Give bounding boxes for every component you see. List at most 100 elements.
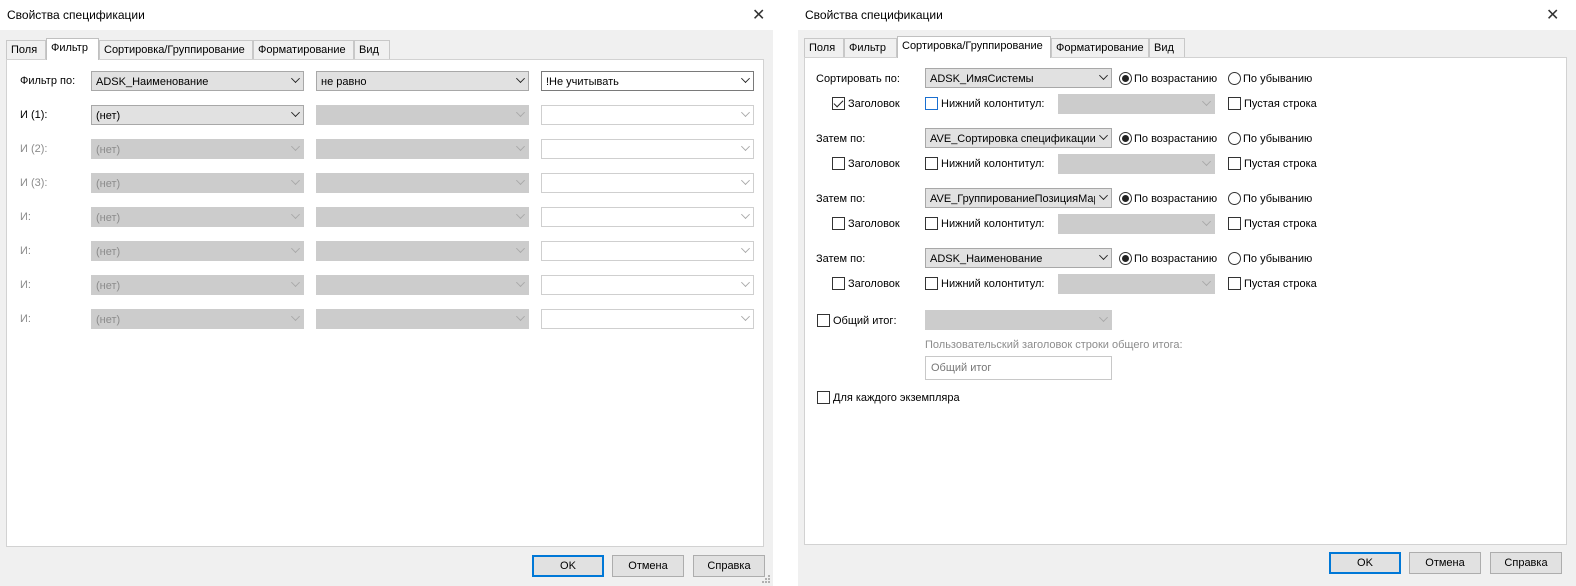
filter-field-select[interactable]: (нет) xyxy=(91,207,304,227)
dialog-title: Свойства спецификации xyxy=(7,8,145,22)
chevron-down-icon xyxy=(291,108,300,117)
grand-total-select[interactable] xyxy=(925,310,1112,330)
filter-condition-select[interactable] xyxy=(316,139,529,159)
tab-formatting[interactable]: Форматирование xyxy=(1051,38,1149,57)
sort-field-select[interactable]: ADSK_ИмяСистемы xyxy=(925,68,1112,88)
header-label: Заголовок xyxy=(848,278,900,290)
filter-condition-select[interactable] xyxy=(316,173,529,193)
filter-value-select[interactable] xyxy=(541,105,754,125)
filter-field-select[interactable]: (нет) xyxy=(91,173,304,193)
cancel-button[interactable]: Отмена xyxy=(1409,552,1481,574)
blank-line-label: Пустая строка xyxy=(1244,218,1317,230)
chevron-down-icon xyxy=(741,176,750,185)
chevron-down-icon xyxy=(291,176,300,185)
filter-condition-select[interactable] xyxy=(316,105,529,125)
footer-checkbox[interactable] xyxy=(925,277,938,290)
filter-condition-select[interactable] xyxy=(316,275,529,295)
chevron-down-icon xyxy=(1099,313,1108,322)
ascending-label: По возрастанию xyxy=(1134,133,1218,145)
footer-checkbox[interactable] xyxy=(925,217,938,230)
header-checkbox[interactable] xyxy=(832,277,845,290)
filter-field-select[interactable]: (нет) xyxy=(91,139,304,159)
close-icon[interactable]: ✕ xyxy=(752,5,765,25)
sort-field-select[interactable]: AVE_ГруппированиеПозицияМар xyxy=(925,188,1112,208)
tab-fields[interactable]: Поля xyxy=(6,40,46,59)
header-checkbox[interactable] xyxy=(832,157,845,170)
each-instance-checkbox[interactable] xyxy=(817,391,830,404)
grand-total-caption-label: Пользовательский заголовок строки общего… xyxy=(925,339,1183,351)
filter-value-select[interactable] xyxy=(541,275,754,295)
help-button[interactable]: Справка xyxy=(693,555,765,577)
tab-filter[interactable]: Фильтр xyxy=(844,38,897,57)
help-button[interactable]: Справка xyxy=(1490,552,1562,574)
filter-value-select[interactable]: !Не учитывать xyxy=(541,71,754,91)
footer-select[interactable] xyxy=(1058,274,1215,294)
filter-field-select[interactable]: (нет) xyxy=(91,275,304,295)
tab-filter[interactable]: Фильтр xyxy=(46,38,99,60)
filter-panel: Фильтр по: ADSK_Наименование не равно !Не у… xyxy=(6,59,764,547)
footer-select[interactable] xyxy=(1058,154,1215,174)
grand-total-caption-input[interactable]: Общий итог xyxy=(925,356,1112,380)
filter-value-select[interactable] xyxy=(541,139,754,159)
filter-field-value: (нет) xyxy=(96,144,121,156)
blank-line-checkbox[interactable] xyxy=(1228,97,1241,110)
ascending-radio[interactable] xyxy=(1119,132,1132,145)
chevron-down-icon xyxy=(1099,251,1108,260)
filter-condition-select[interactable] xyxy=(316,241,529,261)
filter-field-select[interactable]: ADSK_Наименование xyxy=(91,71,304,91)
blank-line-checkbox[interactable] xyxy=(1228,157,1241,170)
descending-radio[interactable] xyxy=(1228,132,1241,145)
ok-button[interactable]: OK xyxy=(532,555,604,577)
grand-total-checkbox[interactable] xyxy=(817,314,830,327)
filter-condition-select[interactable] xyxy=(316,207,529,227)
tab-sort-group[interactable]: Сортировка/Группирование xyxy=(99,40,253,59)
descending-radio[interactable] xyxy=(1228,252,1241,265)
sort-field-select[interactable]: ADSK_Наименование xyxy=(925,248,1112,268)
footer-select[interactable] xyxy=(1058,94,1215,114)
filter-field-value: (нет) xyxy=(96,178,121,190)
blank-line-checkbox[interactable] xyxy=(1228,277,1241,290)
chevron-down-icon xyxy=(741,244,750,253)
descending-radio[interactable] xyxy=(1228,192,1241,205)
cancel-button[interactable]: Отмена xyxy=(612,555,684,577)
sort-field-value: AVE_Сортировка спецификации xyxy=(930,133,1095,145)
footer-checkbox[interactable] xyxy=(925,97,938,110)
sort-field-select[interactable]: AVE_Сортировка спецификации xyxy=(925,128,1112,148)
filter-value-select[interactable] xyxy=(541,207,754,227)
divider xyxy=(773,0,798,586)
chevron-down-icon xyxy=(741,142,750,151)
grand-total-label: Общий итог: xyxy=(833,315,897,327)
filter-row-label: И: xyxy=(20,313,31,325)
filter-field-select[interactable]: (нет) xyxy=(91,241,304,261)
filter-field-select[interactable]: (нет) xyxy=(91,105,304,125)
ascending-radio[interactable] xyxy=(1119,252,1132,265)
title-bar: Свойства спецификации ✕ xyxy=(798,0,1576,30)
ascending-radio[interactable] xyxy=(1119,192,1132,205)
filter-condition-select[interactable]: не равно xyxy=(316,71,529,91)
ascending-radio[interactable] xyxy=(1119,72,1132,85)
resize-grip-icon[interactable] xyxy=(761,574,771,584)
ok-button[interactable]: OK xyxy=(1329,552,1401,574)
filter-value-select[interactable] xyxy=(541,309,754,329)
filter-value-select[interactable] xyxy=(541,241,754,261)
close-icon[interactable]: ✕ xyxy=(1546,5,1559,25)
filter-row-label: И: xyxy=(20,211,31,223)
filter-row-label: И: xyxy=(20,279,31,291)
footer-checkbox[interactable] xyxy=(925,157,938,170)
header-checkbox[interactable] xyxy=(832,217,845,230)
chevron-down-icon xyxy=(516,108,525,117)
filter-condition-select[interactable] xyxy=(316,309,529,329)
header-checkbox[interactable] xyxy=(832,97,845,110)
chevron-down-icon xyxy=(291,210,300,219)
filter-field-select[interactable]: (нет) xyxy=(91,309,304,329)
tab-formatting[interactable]: Форматирование xyxy=(253,40,354,59)
chevron-down-icon xyxy=(741,278,750,287)
footer-select[interactable] xyxy=(1058,214,1215,234)
tab-view[interactable]: Вид xyxy=(354,40,390,59)
blank-line-checkbox[interactable] xyxy=(1228,217,1241,230)
filter-value-select[interactable] xyxy=(541,173,754,193)
descending-radio[interactable] xyxy=(1228,72,1241,85)
tab-view[interactable]: Вид xyxy=(1149,38,1185,57)
tab-sort-group[interactable]: Сортировка/Группирование xyxy=(897,36,1051,58)
tab-fields[interactable]: Поля xyxy=(804,38,844,57)
